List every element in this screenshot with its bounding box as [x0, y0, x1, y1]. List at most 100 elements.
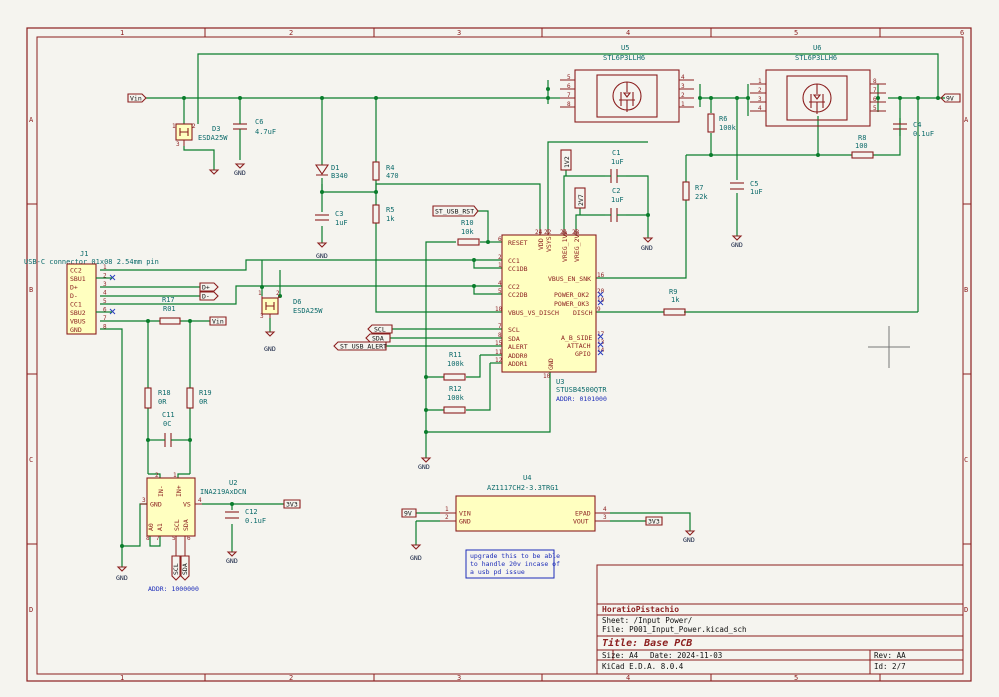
- resistor-r9[interactable]: R9 1k: [663, 288, 686, 316]
- mosfet-u6[interactable]: U6 STL6P3LLH6 1 2 3 4 8 7 6 5: [750, 44, 886, 127]
- net-label-1v2[interactable]: 1V2: [560, 149, 572, 171]
- svg-text:R7: R7: [695, 184, 703, 192]
- svg-text:3: 3: [681, 83, 685, 90]
- svg-text:1: 1: [103, 264, 107, 271]
- svg-text:6: 6: [873, 96, 877, 103]
- net-label-sda-u2[interactable]: SDA: [180, 555, 190, 581]
- svg-text:100k: 100k: [447, 394, 465, 402]
- capacitor-c12[interactable]: C12 0.1uF: [225, 508, 266, 525]
- row-label: A: [964, 116, 969, 124]
- resistor-r19[interactable]: R19 0R: [186, 387, 212, 409]
- net-label-st-usb-alert[interactable]: ST_USB_ALERT: [333, 341, 387, 351]
- svg-text:U4: U4: [523, 474, 531, 482]
- resistor-r01[interactable]: R01: [159, 305, 181, 325]
- tb-size: Size: A4: [602, 651, 639, 660]
- net-label-sda[interactable]: SDA: [365, 333, 391, 343]
- svg-text:VREG_1V2: VREG_1V2: [561, 231, 569, 262]
- net-label-scl[interactable]: SCL: [367, 324, 393, 334]
- resistor-r17[interactable]: R17: [162, 296, 175, 304]
- svg-text:SDA: SDA: [182, 519, 190, 531]
- resistor-r4[interactable]: R4 470: [372, 161, 399, 181]
- capacitor-c11[interactable]: C11 0C: [162, 411, 175, 447]
- svg-text:8: 8: [567, 101, 571, 108]
- tb-id: Id: 2/7: [874, 662, 906, 671]
- svg-text:SCL: SCL: [172, 563, 180, 575]
- row-label: B: [964, 286, 968, 294]
- resistor-r6[interactable]: R6 100k: [707, 113, 737, 133]
- ldo-regulator-u4[interactable]: U4 AZ1117CH2-3.3TRG1 VIN 1 GND 2 EPAD 4 …: [440, 474, 610, 532]
- svg-text:3: 3: [603, 514, 607, 521]
- net-label-2v7[interactable]: 2V7: [574, 187, 586, 209]
- svg-text:SBU2: SBU2: [70, 309, 86, 317]
- net-label-9v-u4[interactable]: 9V: [401, 508, 417, 518]
- resistor-r8[interactable]: R8 100: [851, 134, 874, 159]
- svg-text:8: 8: [873, 78, 877, 85]
- svg-text:1k: 1k: [386, 215, 395, 223]
- svg-text:ATTACH: ATTACH: [567, 342, 591, 350]
- net-label-3v3-u2[interactable]: 3V3: [283, 499, 301, 509]
- svg-text:C5: C5: [750, 180, 758, 188]
- net-label-vin-vbus[interactable]: Vin: [209, 316, 227, 326]
- svg-text:C3: C3: [335, 210, 343, 218]
- svg-text:VDD: VDD: [537, 238, 545, 250]
- capacitor-c1[interactable]: C1 1uF: [605, 149, 626, 183]
- svg-text:1uF: 1uF: [335, 219, 348, 227]
- svg-text:R12: R12: [449, 385, 462, 393]
- svg-text:9V: 9V: [404, 510, 412, 518]
- svg-text:D1: D1: [331, 164, 339, 172]
- col-label: 4: [626, 29, 630, 37]
- esd-diode-d6[interactable]: 1 2 3 D6 ESDA25W: [258, 290, 323, 320]
- tb-file: File: P001_Input_Power.kicad_sch: [602, 625, 747, 634]
- resistor-r12[interactable]: R12 100k: [443, 385, 466, 414]
- net-label-st-usb-rst[interactable]: ST_USB_RST: [432, 205, 479, 217]
- svg-text:1k: 1k: [671, 296, 680, 304]
- resistor-r7[interactable]: R7 22k: [682, 181, 708, 201]
- svg-text:5: 5: [103, 298, 107, 305]
- tb-sheet: Sheet: /Input Power/: [602, 616, 692, 625]
- tb-rev: Rev: AA: [874, 651, 906, 660]
- esd-diode-d3[interactable]: 1 2 3 D3 ESDA25W: [172, 123, 228, 148]
- mosfet-u5[interactable]: U5 STL6P3LLH6 5 6 7 8 4 3 2 1: [560, 44, 694, 123]
- svg-text:R5: R5: [386, 206, 394, 214]
- capacitor-c3[interactable]: C3 1uF: [315, 210, 348, 227]
- svg-text:2V7: 2V7: [577, 194, 585, 206]
- usb-pd-controller-u3[interactable]: 24 22 21 23 VDD VSYS VREG_1V2 VREG_2V7 R…: [495, 229, 607, 403]
- net-label-scl-u2[interactable]: SCL: [171, 555, 181, 581]
- svg-text:3: 3: [103, 281, 107, 288]
- diode-d1[interactable]: D1 B340: [314, 164, 348, 180]
- svg-text:GND: GND: [150, 501, 162, 509]
- net-label-vin-left[interactable]: Vin: [127, 93, 147, 103]
- resistor-r11[interactable]: R11 100k: [443, 351, 466, 381]
- capacitor-c6[interactable]: C6 4.7uF: [233, 118, 276, 136]
- svg-text:7: 7: [567, 92, 571, 99]
- resistor-r18[interactable]: R18 0R: [144, 387, 171, 409]
- gnd-symbol-c6: GND: [234, 163, 246, 177]
- svg-text:10: 10: [543, 373, 551, 380]
- u3-addr: ADDR: 0101000: [556, 395, 607, 403]
- net-label-dplus[interactable]: D+: [199, 282, 219, 292]
- resistor-r10[interactable]: R10 10k: [457, 219, 480, 246]
- svg-text:GND: GND: [226, 557, 238, 565]
- svg-text:CC2DB: CC2DB: [508, 291, 528, 299]
- capacitor-c5[interactable]: C5 1uF: [730, 180, 763, 196]
- svg-text:R6: R6: [719, 115, 727, 123]
- resistor-r5[interactable]: R5 1k: [372, 204, 395, 224]
- capacitor-c4[interactable]: C4 0.1uF: [893, 121, 934, 138]
- row-label: C: [964, 456, 968, 464]
- net-label-dminus[interactable]: D-: [199, 291, 219, 301]
- svg-text:CC1DB: CC1DB: [508, 265, 528, 273]
- svg-text:DISCH: DISCH: [573, 309, 593, 317]
- current-sensor-u2[interactable]: GND 3 VS 4 IN- 2 IN+ 1 A0 8 A1 7 SCL 5 S…: [140, 472, 246, 593]
- col-label: 1: [120, 674, 124, 682]
- svg-text:3: 3: [176, 141, 180, 148]
- svg-text:1uF: 1uF: [611, 196, 624, 204]
- svg-text:12: 12: [495, 357, 503, 364]
- svg-text:C4: C4: [913, 121, 921, 129]
- row-label: B: [29, 286, 33, 294]
- svg-text:0.1uF: 0.1uF: [245, 517, 266, 525]
- svg-text:D+: D+: [202, 284, 210, 292]
- svg-text:9: 9: [597, 306, 601, 313]
- capacitor-c2[interactable]: C2 1uF: [605, 187, 626, 222]
- net-label-3v3-u4[interactable]: 3V3: [645, 516, 663, 526]
- svg-text:CC1: CC1: [70, 301, 82, 309]
